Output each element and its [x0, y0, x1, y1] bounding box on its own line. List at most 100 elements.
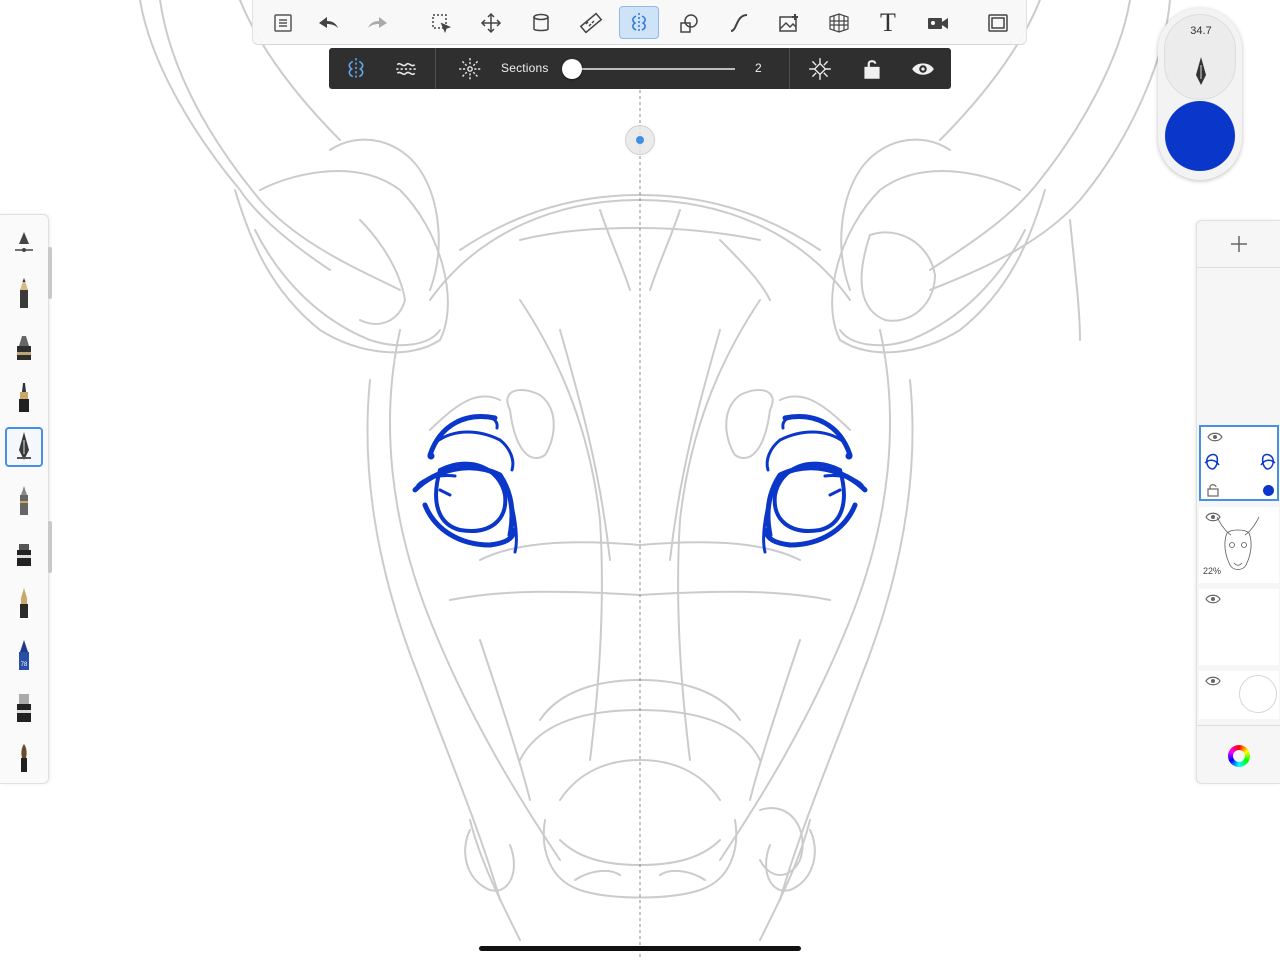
redo-button[interactable] — [358, 6, 398, 39]
center-symmetry-button[interactable] — [802, 53, 838, 84]
curve-button[interactable] — [719, 6, 759, 39]
color-wheel-icon — [1228, 744, 1250, 767]
layer-sketch[interactable]: 22% — [1199, 507, 1279, 583]
undo-button[interactable] — [308, 6, 348, 39]
home-indicator[interactable] — [479, 946, 801, 951]
eye-icon[interactable] — [1205, 593, 1221, 605]
brush-nib-icon — [1196, 57, 1206, 85]
lock-symmetry-button[interactable] — [854, 53, 890, 84]
redo-arrow-icon — [368, 16, 387, 28]
brush-puck[interactable]: 34.7 — [1158, 8, 1242, 180]
fill-bucket-icon — [533, 13, 549, 31]
eraser-icon — [17, 694, 31, 722]
sections-value: 2 — [755, 61, 762, 75]
fullscreen-button[interactable] — [978, 6, 1018, 39]
background-color-swatch[interactable] — [1239, 675, 1277, 713]
image-import-button[interactable] — [769, 6, 809, 39]
chisel-marker-icon — [17, 544, 31, 566]
shapes-button[interactable] — [669, 6, 709, 39]
brush-smudge[interactable] — [5, 223, 43, 263]
show-symmetry-button[interactable] — [905, 53, 941, 84]
layer-panel: 22% — [1196, 220, 1280, 784]
symmetry-icon — [632, 12, 646, 33]
brush-size-value: 34.7 — [1190, 25, 1212, 37]
svg-text:78: 78 — [21, 662, 28, 668]
ruler-button[interactable] — [571, 6, 611, 39]
symmetry-axis-handle[interactable] — [625, 125, 655, 155]
technical-pen-icon — [17, 432, 31, 460]
fullscreen-icon — [988, 13, 1008, 32]
sections-label: Sections — [501, 61, 549, 75]
ruler-icon — [579, 11, 603, 34]
perspective-button[interactable] — [819, 6, 859, 39]
color-editor-button[interactable] — [1197, 725, 1280, 785]
eye-icon[interactable] — [1207, 431, 1223, 443]
gallery-button[interactable] — [263, 6, 303, 39]
brush-fountain-pen[interactable] — [5, 583, 43, 623]
layer-empty[interactable] — [1199, 589, 1279, 665]
shapes-icon — [680, 13, 698, 33]
palette-scrollbar[interactable] — [48, 521, 52, 573]
marker-icon — [17, 336, 31, 360]
palette-scrollbar-top[interactable] — [48, 247, 52, 299]
pencil-icon — [20, 278, 28, 308]
text-icon: T — [880, 7, 896, 37]
brush-size-control[interactable]: 34.7 — [1164, 14, 1236, 100]
ballpoint-icon — [20, 486, 28, 515]
brush-paint[interactable] — [5, 737, 43, 777]
color-swatch[interactable] — [1165, 101, 1235, 171]
unlock-icon — [864, 59, 880, 79]
layer-background[interactable] — [1199, 671, 1279, 719]
eye-icon — [912, 62, 934, 75]
time-lapse-button[interactable] — [918, 6, 958, 39]
brush-color-pencil[interactable]: 78 — [5, 635, 43, 675]
undo-arrow-icon — [319, 16, 338, 28]
center-target-icon — [809, 57, 831, 80]
symmetry-button[interactable] — [619, 6, 659, 39]
selection-icon — [432, 13, 452, 33]
move-icon — [480, 12, 502, 33]
layer-eyes[interactable] — [1199, 425, 1279, 501]
sketchbook-app: T Sections 2 78 34.7 22% — [0, 0, 1280, 960]
layer-thumbnail — [1204, 453, 1276, 470]
text-button[interactable]: T — [868, 6, 908, 39]
color-pencil-icon: 78 — [19, 640, 29, 670]
brush-ballpoint[interactable] — [5, 480, 43, 520]
lock-icon[interactable] — [1207, 483, 1219, 497]
transform-button[interactable] — [471, 6, 511, 39]
fountain-pen-icon — [20, 588, 28, 618]
vertical-symmetry-button[interactable] — [338, 53, 374, 84]
radial-symmetry-icon — [459, 57, 481, 80]
wave-symmetry-icon — [396, 62, 416, 75]
top-toolbar: T — [252, 0, 1027, 45]
active-layer-indicator — [1263, 485, 1274, 496]
add-layer-button[interactable] — [1197, 221, 1280, 268]
smudge-icon — [15, 232, 33, 252]
radial-symmetry-button[interactable] — [452, 53, 488, 84]
image-add-icon — [779, 13, 798, 32]
layer-opacity: 22% — [1203, 566, 1222, 576]
list-icon — [274, 13, 292, 32]
sections-slider-thumb[interactable] — [562, 59, 582, 79]
plus-icon — [1231, 236, 1247, 252]
ink-pen-icon — [19, 383, 29, 412]
selection-button[interactable] — [421, 6, 461, 39]
brush-ink-pen[interactable] — [5, 377, 43, 417]
video-camera-icon — [928, 17, 948, 29]
brush-chisel-marker[interactable] — [5, 533, 43, 573]
brush-marker[interactable] — [5, 327, 43, 367]
eye-icon[interactable] — [1205, 675, 1221, 687]
wave-symmetry-button[interactable] — [388, 53, 424, 84]
brush-pencil[interactable] — [5, 273, 43, 313]
fill-button[interactable] — [521, 6, 561, 39]
symmetry-toolbar: Sections 2 — [329, 48, 951, 89]
brush-technical-pen[interactable] — [5, 427, 43, 467]
perspective-grid-icon — [829, 12, 849, 33]
brush-palette: 78 — [0, 214, 52, 784]
vertical-symmetry-icon — [348, 57, 364, 80]
curve-icon — [730, 13, 748, 32]
handle-dot — [636, 136, 644, 144]
paint-brush-icon — [21, 744, 27, 772]
brush-eraser[interactable] — [5, 687, 43, 727]
sections-slider[interactable] — [573, 68, 735, 70]
